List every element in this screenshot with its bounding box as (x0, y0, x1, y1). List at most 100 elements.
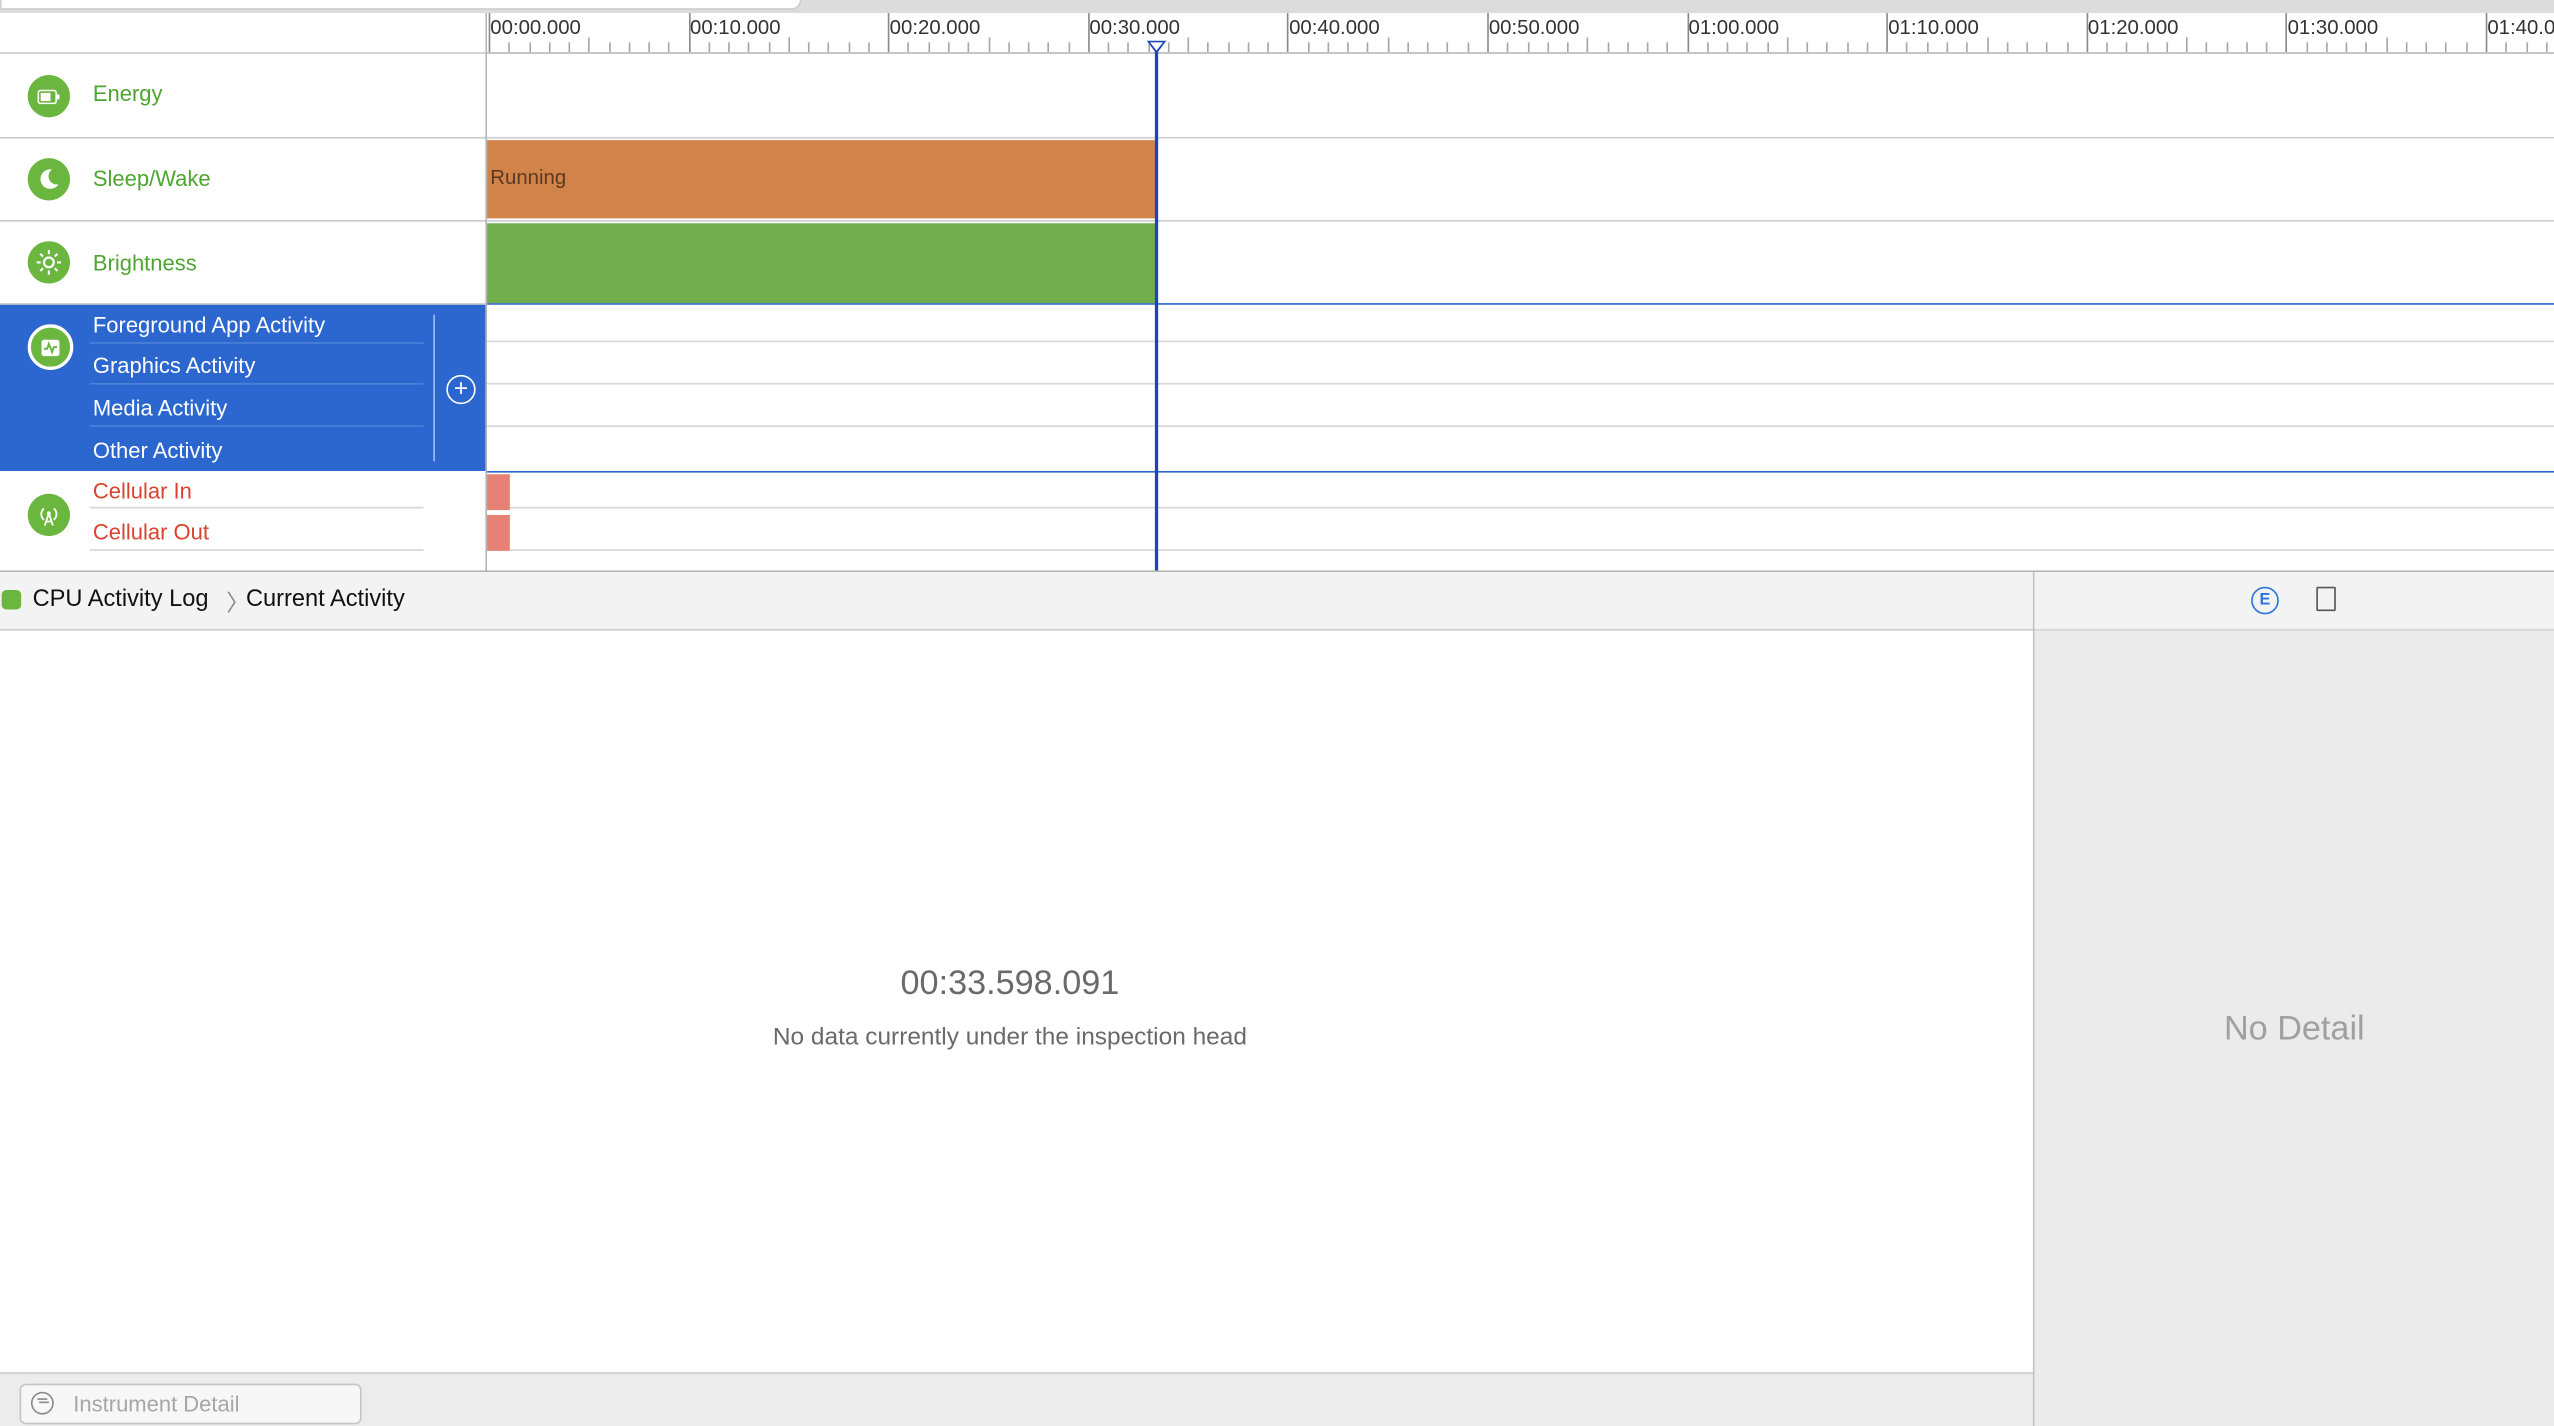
timeline-area[interactable]: 00:00.000 00:10.000 00:20.000 00:30.000 00:4… (487, 13, 2554, 573)
ruler-minor-tick (1067, 42, 1070, 53)
detail-view: 00:33.598.091 No data currently under th… (0, 630, 2035, 1373)
ruler-minor-tick (708, 42, 710, 53)
ruler-minor-tick (2305, 42, 2308, 53)
ruler-minor-tick (2226, 42, 2228, 53)
activity-row-label[interactable]: Media Activity (93, 396, 227, 420)
ruler-tick-label: 00:40.000 (1289, 16, 1380, 40)
ruler-minor-tick (908, 42, 910, 53)
ruler-minor-tick (1107, 42, 1110, 53)
ruler-minor-tick (568, 42, 571, 53)
ruler-tick-label: 01:30.000 (2287, 16, 2379, 40)
ruler-minor-tick (1247, 42, 1250, 53)
instrument-row-energy[interactable]: Energy (0, 54, 486, 139)
ruler-minor-tick (1567, 42, 1569, 53)
ruler-minor-tick (728, 42, 730, 53)
ruler-minor-tick (868, 42, 870, 53)
ruler-minor-tick (1726, 42, 1729, 53)
ruler-minor-tick (2545, 42, 2548, 53)
network-row-label[interactable]: Cellular In (93, 479, 192, 503)
ruler-minor-tick (1447, 42, 1449, 53)
cpu-log-icon (1, 589, 22, 610)
filter-icon (30, 1391, 54, 1415)
breadcrumb-item-cpu-log[interactable]: CPU Activity Log (33, 587, 209, 613)
ruler-minor-tick (2365, 42, 2368, 53)
brightness-bar[interactable] (487, 223, 1157, 304)
ruler-minor-tick (1467, 42, 1469, 53)
track-energy[interactable] (487, 54, 2554, 139)
ruler-tick-label: 01:00.000 (1688, 16, 1780, 40)
track-network[interactable] (487, 473, 2554, 572)
ruler-minor-tick (1846, 42, 1849, 53)
ruler-minor-tick (1946, 42, 1949, 53)
ruler-minor-tick (788, 37, 790, 53)
instrument-group-network[interactable]: Cellular In Cellular Out (0, 473, 485, 572)
ruler-minor-tick (828, 42, 830, 53)
ruler-minor-tick (1766, 42, 1769, 53)
extended-detail-icon[interactable]: E (2251, 586, 2279, 615)
ruler-minor-tick (2066, 42, 2068, 53)
ruler-minor-tick (1327, 42, 1330, 53)
ruler-minor-tick (668, 42, 671, 53)
instrument-group-activity[interactable]: Foreground App Activity Graphics Activit… (0, 304, 486, 471)
add-row-plus-icon[interactable]: + (446, 374, 476, 405)
ruler-minor-tick (947, 42, 950, 53)
inspector-panel: No Detail (2034, 630, 2554, 1426)
instrument-label-energy: Energy (92, 81, 163, 106)
cellular-in-bar[interactable] (487, 474, 510, 511)
ruler-minor-tick (2266, 42, 2268, 53)
instruments-window: Energy Sleep/Wake Brightness Foreground … (0, 0, 2554, 1426)
instrument-row-brightness[interactable]: Brightness (0, 222, 486, 305)
filter-placeholder: Instrument Detail (73, 1391, 240, 1417)
ruler-tick-label: 01:40.0 (2487, 16, 2554, 40)
ruler-minor-tick (508, 42, 511, 53)
ruler-minor-tick (2026, 42, 2029, 53)
inspector-header: E (2034, 572, 2554, 631)
ruler-minor-tick (1207, 42, 1210, 53)
ruler-minor-tick (1187, 37, 1190, 53)
ruler-tick-label: 01:10.000 (1888, 16, 1979, 40)
inspection-time: 00:33.598.091 (900, 964, 1120, 1003)
ruler-minor-tick (1746, 42, 1749, 53)
ruler-minor-tick (2186, 37, 2188, 53)
empty-message: No data currently under the inspection h… (772, 1023, 1247, 1052)
ruler-minor-tick (2166, 42, 2168, 53)
network-row-label[interactable]: Cellular Out (93, 520, 209, 544)
running-bar[interactable]: Running (487, 140, 1157, 219)
cellular-out-bar[interactable] (487, 514, 510, 551)
activity-icon (27, 324, 74, 370)
ruler-minor-tick (1527, 42, 1529, 53)
no-detail-label: No Detail (2223, 1010, 2365, 1048)
ruler-minor-tick (2385, 37, 2388, 53)
ruler-minor-tick (1626, 42, 1629, 53)
activity-row-label[interactable]: Foreground App Activity (93, 313, 325, 337)
ruler-minor-tick (1007, 42, 1010, 53)
ruler-minor-tick (808, 42, 810, 53)
instrument-list-header (0, 13, 486, 54)
instrument-detail-filter[interactable]: Instrument Detail (19, 1383, 362, 1425)
track-activity[interactable] (487, 305, 2554, 473)
ruler-minor-tick (2425, 42, 2428, 53)
ruler-minor-tick (1806, 42, 1809, 53)
ruler-tick-label: 00:50.000 (1488, 16, 1580, 40)
ruler-minor-tick (2006, 42, 2009, 53)
battery-icon (27, 74, 71, 118)
ruler-minor-tick (2206, 42, 2208, 53)
document-icon[interactable] (2316, 586, 2336, 612)
ruler-minor-tick (1866, 42, 1869, 53)
antenna-icon (27, 493, 71, 537)
ruler-minor-tick (1347, 42, 1350, 53)
ruler-minor-tick (987, 37, 990, 53)
ruler-minor-tick (1387, 37, 1389, 53)
ruler-minor-tick (748, 42, 750, 53)
activity-row-label[interactable]: Graphics Activity (93, 354, 256, 378)
instrument-row-sleep-wake[interactable]: Sleep/Wake (0, 139, 486, 222)
time-ruler[interactable]: 00:00.000 00:10.000 00:20.000 00:30.000 00:4… (487, 13, 2554, 54)
ruler-minor-tick (1547, 42, 1549, 53)
ruler-minor-tick (2525, 42, 2528, 53)
ruler-minor-tick (2445, 42, 2448, 53)
activity-row-label[interactable]: Other Activity (93, 438, 223, 462)
ruler-minor-tick (1706, 42, 1709, 53)
breadcrumb-item-current[interactable]: Current Activity (246, 587, 405, 613)
inspection-playhead[interactable] (1154, 42, 1158, 573)
ruler-minor-tick (2325, 42, 2328, 53)
